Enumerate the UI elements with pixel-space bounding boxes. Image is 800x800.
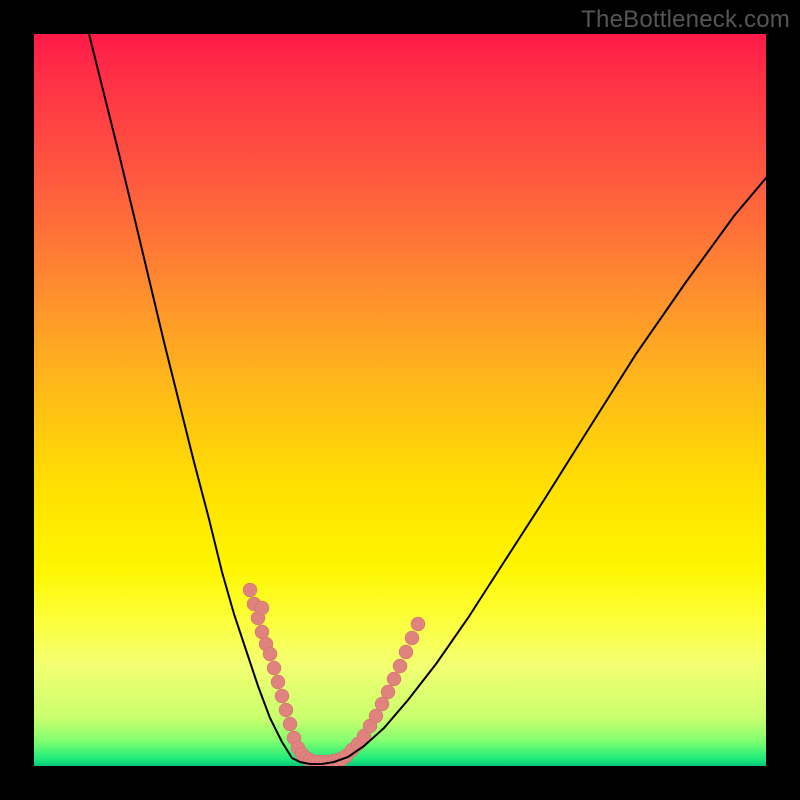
- plot-area: [34, 34, 766, 766]
- highlight-marker: [405, 631, 419, 645]
- highlight-marker: [381, 685, 395, 699]
- highlight-marker: [411, 617, 425, 631]
- marker-group: [243, 583, 425, 766]
- highlight-marker: [387, 672, 401, 686]
- chart-svg: [34, 34, 766, 766]
- chart-frame: TheBottleneck.com: [0, 0, 800, 800]
- watermark-text: TheBottleneck.com: [581, 6, 790, 34]
- highlight-marker: [271, 675, 285, 689]
- highlight-marker: [255, 601, 269, 615]
- highlight-marker: [263, 647, 277, 661]
- highlight-marker: [283, 717, 297, 731]
- highlight-marker: [275, 689, 289, 703]
- highlight-marker: [399, 645, 413, 659]
- highlight-marker: [243, 583, 257, 597]
- highlight-marker: [279, 703, 293, 717]
- bottleneck-curve: [89, 34, 766, 764]
- highlight-marker: [267, 661, 281, 675]
- highlight-marker: [393, 659, 407, 673]
